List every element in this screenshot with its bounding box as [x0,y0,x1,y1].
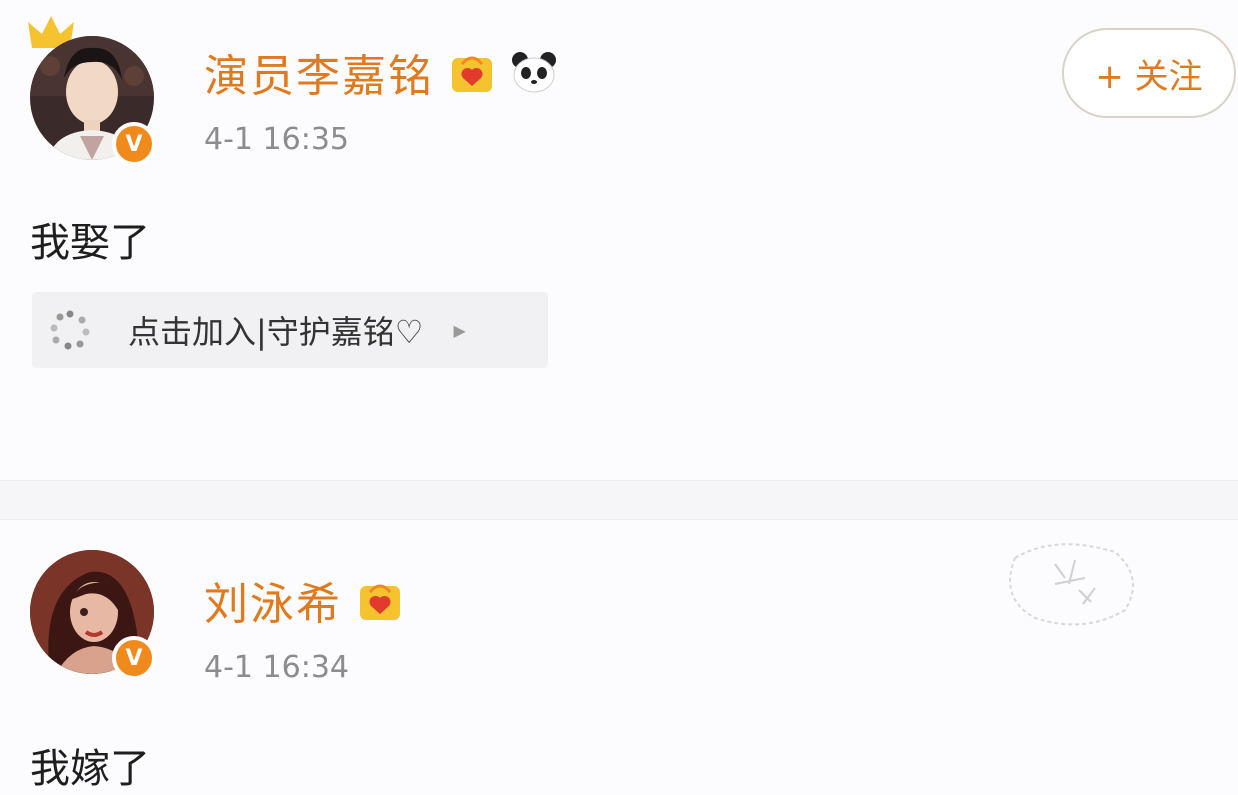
verified-badge-icon: V [112,636,156,680]
post-timestamp: 4-1 16:35 [204,122,349,157]
follow-button[interactable]: + 关注 [1062,28,1236,118]
avatar-container[interactable]: V [28,548,158,680]
fan-club-banner[interactable]: 点击加入|守护嘉铭♡ ▶ [32,292,548,368]
username-row: 演员李嘉铭 [204,40,558,104]
avatar-container[interactable]: V [28,16,158,166]
watermark-stamp-icon [1009,543,1134,626]
username[interactable]: 演员李嘉铭 [204,40,434,104]
verified-badge-icon: V [112,122,156,166]
username[interactable]: 刘泳希 [204,568,342,632]
panda-icon [512,52,556,93]
triangle-right-icon: ▶ [453,320,466,340]
post-divider [0,480,1238,520]
post-card: V 刘泳希 4-1 16:34 我嫁了 [0,520,1238,795]
fan-club-label: 点击加入|守护嘉铭♡ [128,313,424,351]
sparkle-dots-icon [50,310,90,350]
post-text: 我娶了 [30,220,150,266]
username-row: 刘泳希 [204,568,404,632]
post-text: 我嫁了 [30,746,150,792]
gift-badge-icon [452,56,492,92]
gift-badge-icon [360,584,400,620]
post-timestamp: 4-1 16:34 [204,650,349,685]
post-card: V 演员李嘉铭 4-1 16:35 + 关注 我娶了 点击加入|守护嘉铭♡ ▶ [0,0,1238,480]
weibo-feed: V 演员李嘉铭 4-1 16:35 + 关注 我娶了 点击加入|守护嘉铭♡ ▶ … [0,0,1238,795]
